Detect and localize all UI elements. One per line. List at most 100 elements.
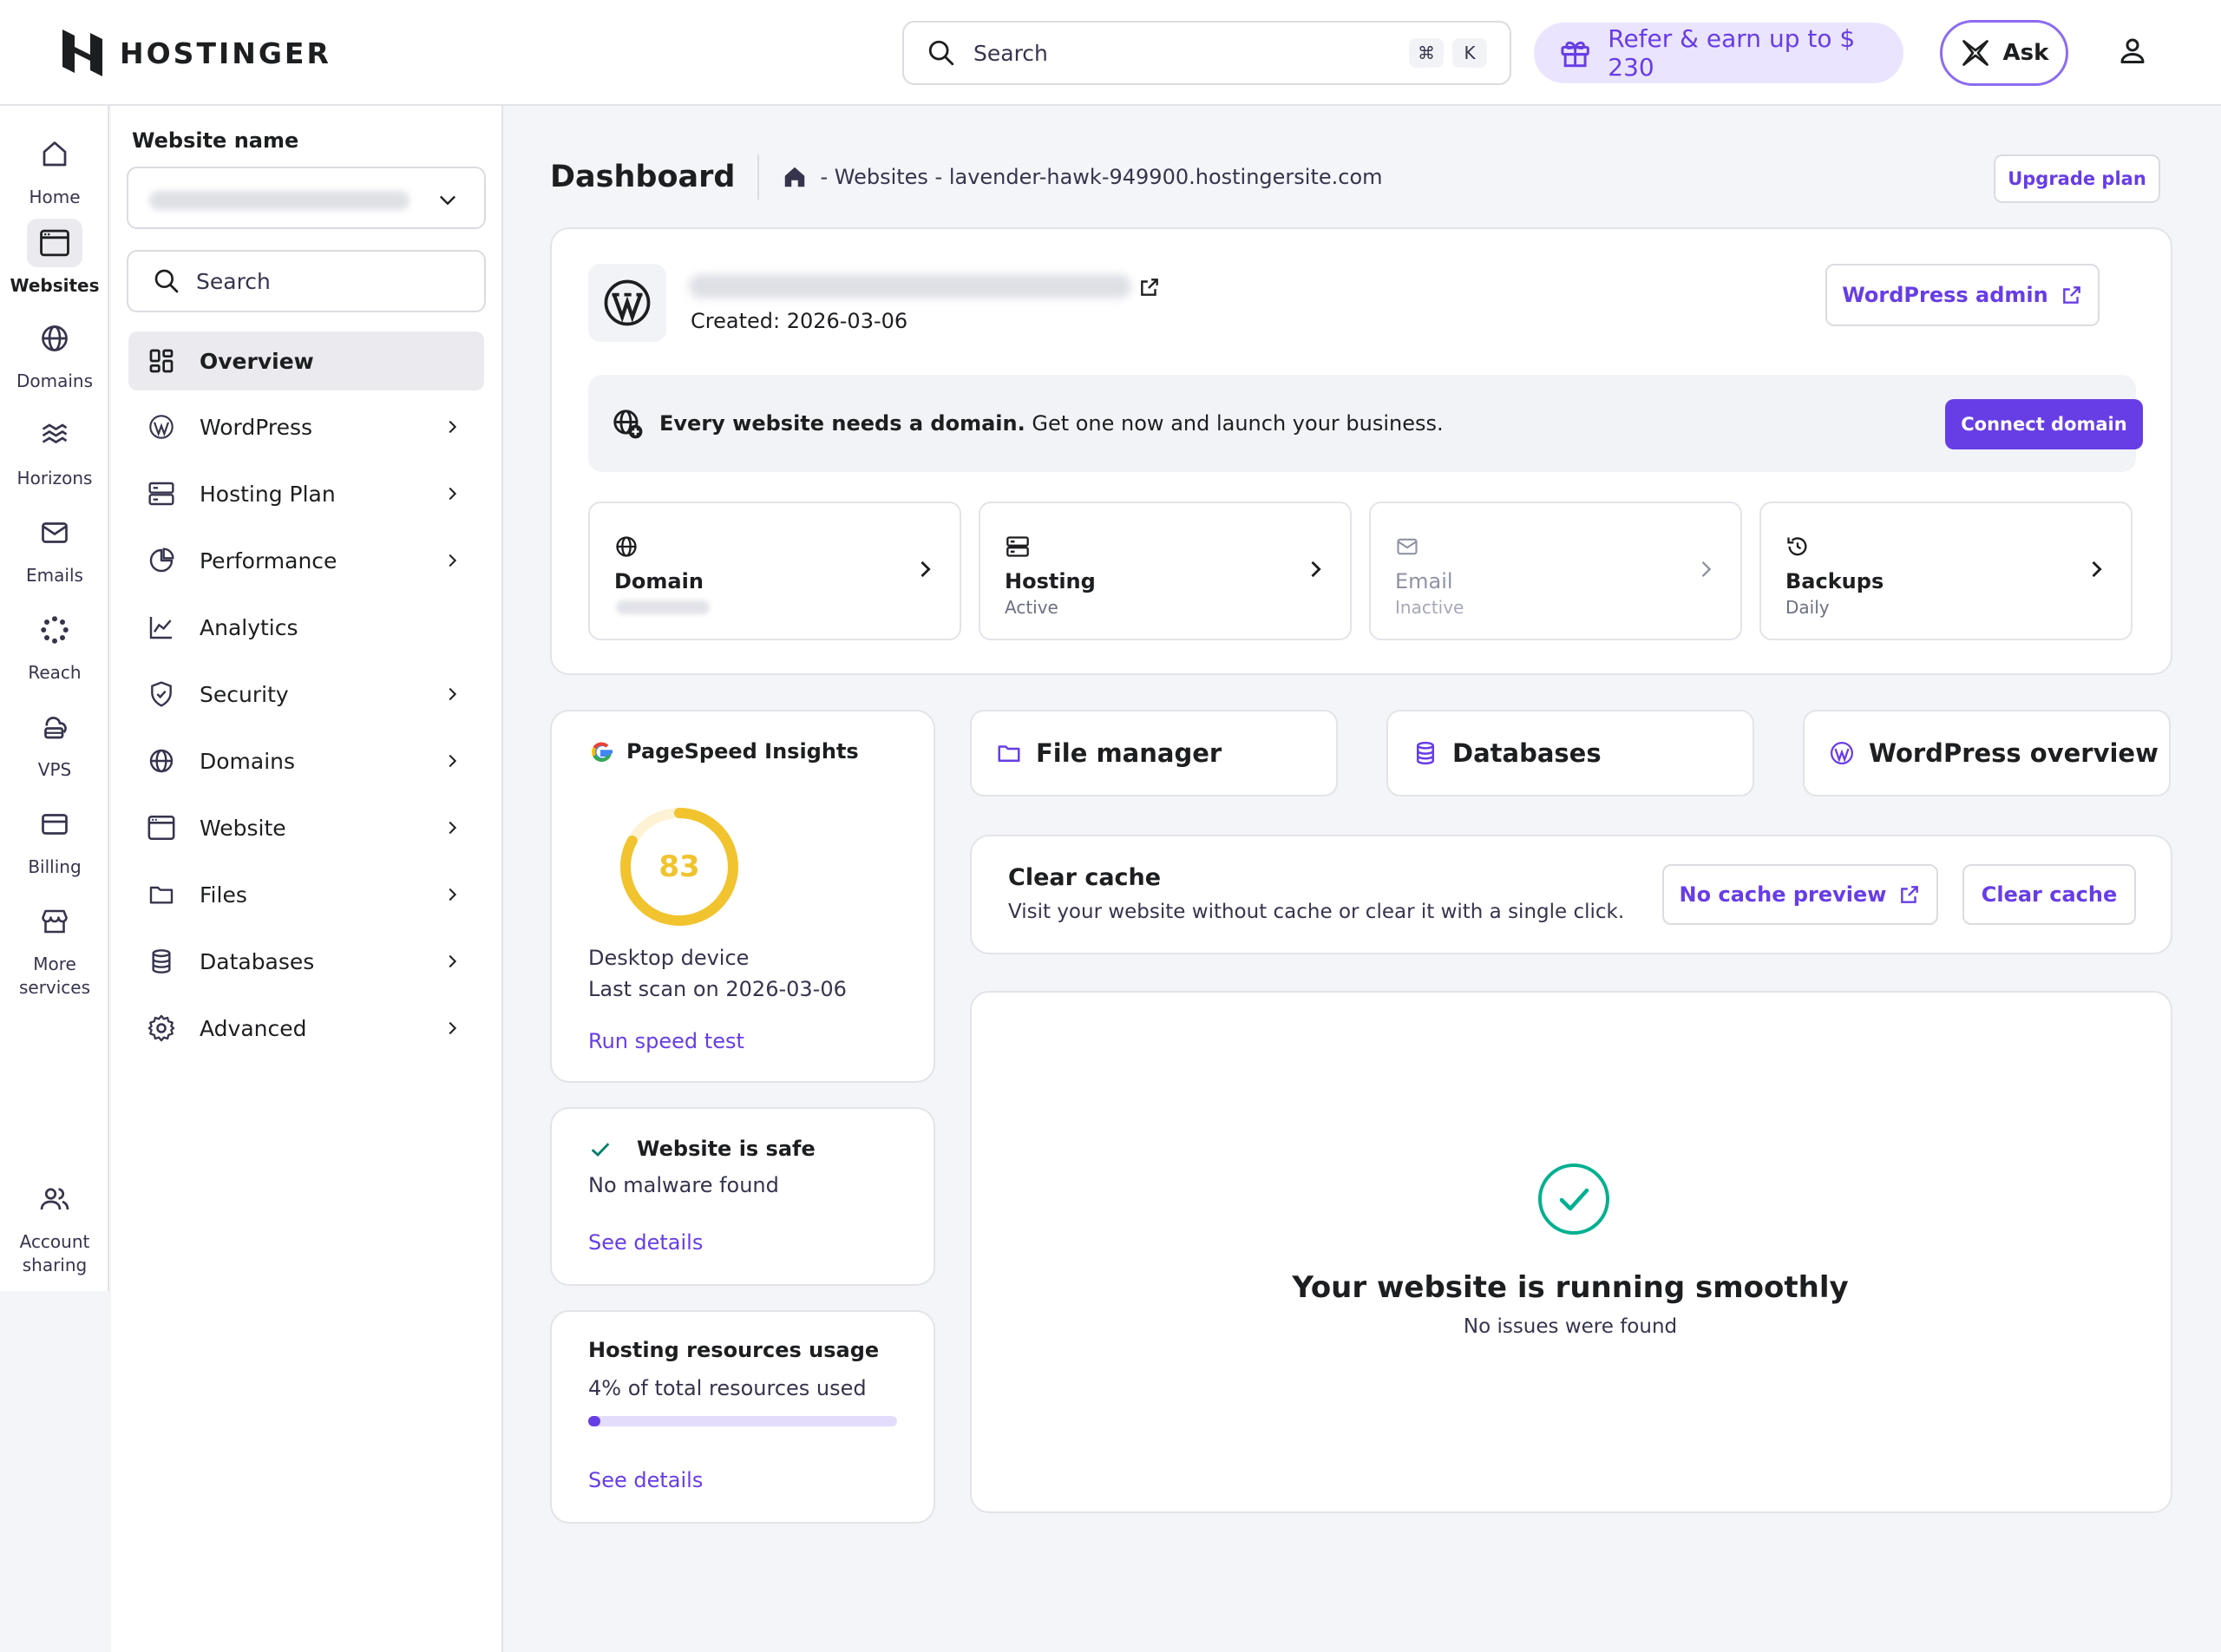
tile-email-status: Inactive: [1395, 597, 1464, 618]
connect-domain-button[interactable]: Connect domain: [1945, 399, 2143, 449]
home-icon: [43, 141, 67, 167]
website-url-blurred[interactable]: [689, 274, 1131, 298]
sidebar-item-advanced[interactable]: Advanced: [128, 999, 484, 1058]
external-link-icon[interactable]: [1138, 276, 1161, 298]
resources-subtitle: 4% of total resources used: [588, 1376, 867, 1400]
sidebar-item-label: Databases: [200, 948, 315, 974]
tile-domain-status-blurred: [616, 600, 710, 614]
sidebar-item-website[interactable]: Website: [128, 798, 484, 857]
tile-backups[interactable]: Backups Daily: [1759, 502, 2133, 640]
run-speed-test-link[interactable]: Run speed test: [588, 1029, 744, 1053]
sidebar-item-overview[interactable]: Overview: [128, 331, 484, 390]
rail-item-home[interactable]: Home: [0, 130, 109, 209]
sidebar-item-hosting-plan[interactable]: Hosting Plan: [128, 464, 484, 523]
account-button[interactable]: [2117, 35, 2148, 66]
folder-icon: [149, 886, 174, 904]
sidebar-item-label: Files: [200, 882, 247, 908]
status-subtitle: No issues were found: [1463, 1315, 1678, 1338]
chevron-right-icon: [449, 487, 457, 501]
tile-hosting[interactable]: Hosting Active: [979, 502, 1352, 640]
rail-item-vps[interactable]: VPS: [0, 703, 109, 782]
sidebar-item-files[interactable]: Files: [128, 865, 484, 924]
status-title: Your website is running smoothly: [1292, 1270, 1849, 1305]
shortcut-k-key: K: [1452, 38, 1487, 68]
tile-domain-label: Domain: [614, 569, 704, 593]
wordpress-icon: [149, 415, 174, 439]
database-icon: [152, 949, 171, 974]
rail-label-account-sharing: Account sharing: [19, 1231, 90, 1275]
tile-email[interactable]: Email Inactive: [1369, 502, 1742, 640]
check-icon: [591, 1143, 610, 1157]
chevron-right-icon: [449, 954, 457, 968]
breadcrumb-divider: [757, 154, 760, 200]
gift-icon: [1561, 41, 1589, 68]
file-manager-button[interactable]: File manager: [970, 710, 1338, 796]
breadcrumb-path[interactable]: - Websites - lavender-hawk-949900.hostin…: [820, 165, 1382, 189]
grid-icon: [149, 349, 174, 373]
rail-item-reach[interactable]: Reach: [0, 606, 109, 685]
sidebar-item-security[interactable]: Security: [128, 665, 484, 724]
sidebar-item-performance[interactable]: Performance: [128, 531, 484, 590]
wordpress-icon: [1831, 742, 1853, 764]
rail-label-vps: VPS: [37, 759, 72, 780]
resources-see-details-link[interactable]: See details: [588, 1468, 703, 1492]
chevron-right-icon: [449, 821, 457, 835]
pagespeed-title: PageSpeed Insights: [588, 738, 859, 765]
rail-item-domains[interactable]: Domains: [0, 314, 109, 393]
chevron-right-icon: [921, 560, 931, 578]
hostinger-logo[interactable]: HOSTINGER: [61, 30, 331, 76]
card-icon: [42, 814, 68, 835]
no-cache-preview-button[interactable]: No cache preview: [1662, 864, 1938, 925]
browser-window-icon: [40, 229, 69, 257]
sidebar-search-placeholder: Search: [196, 268, 271, 294]
security-see-details-link[interactable]: See details: [588, 1230, 703, 1255]
sidebar-item-domains[interactable]: Domains: [128, 731, 484, 790]
ai-spark-icon: [1962, 40, 1988, 66]
rail-item-billing[interactable]: Billing: [0, 800, 109, 879]
rail-item-websites[interactable]: Websites: [0, 219, 109, 298]
no-cache-preview-label: No cache preview: [1679, 882, 1887, 907]
google-icon: [592, 742, 613, 763]
search-icon: [154, 269, 179, 293]
refer-label: Refer & earn up to $ 230: [1608, 24, 1856, 82]
history-icon: [1787, 537, 1807, 556]
tile-email-label: Email: [1395, 569, 1453, 593]
user-icon: [2120, 38, 2145, 63]
website-name-blurred: [149, 191, 409, 210]
created-date: Created: 2026-03-06: [691, 309, 908, 333]
sidebar-item-wordpress[interactable]: WordPress: [128, 397, 484, 456]
wordpress-overview-button[interactable]: WordPress overview: [1803, 710, 2171, 796]
security-card: Website is safe No malware found See det…: [550, 1107, 935, 1286]
external-link-icon: [2062, 286, 2080, 304]
folder-icon: [998, 745, 1020, 762]
sidebar-item-databases[interactable]: Databases: [128, 932, 484, 991]
databases-button[interactable]: Databases: [1386, 710, 1754, 796]
resources-card: Hosting resources usage 4% of total reso…: [550, 1310, 935, 1524]
global-search-input[interactable]: Search ⌘ K: [902, 21, 1511, 85]
sidebar-search-input[interactable]: Search: [127, 250, 486, 312]
rail-item-emails[interactable]: Emails: [0, 508, 109, 587]
website-selector[interactable]: [127, 167, 486, 229]
rail-label-domains: Domains: [16, 370, 94, 391]
sidebar-item-analytics[interactable]: Analytics: [128, 598, 484, 657]
globe-add-icon: [613, 410, 643, 439]
pie-icon: [149, 547, 174, 573]
sidebar-item-label: Domains: [200, 748, 296, 774]
clear-cache-button[interactable]: Clear cache: [1962, 864, 2136, 925]
top-bar: HOSTINGER Search ⌘ K Refer & earn up to …: [0, 0, 2221, 106]
rail-label-reach: Reach: [28, 662, 82, 683]
tile-domain[interactable]: Domain: [588, 502, 961, 640]
server-icon: [148, 482, 174, 506]
wordpress-admin-button[interactable]: WordPress admin: [1825, 264, 2100, 326]
wordpress-overview-label: WordPress overview: [1869, 738, 2159, 768]
sidebar-item-label: Security: [200, 681, 289, 707]
upgrade-plan-button[interactable]: Upgrade plan: [1994, 154, 2160, 203]
refer-earn-button[interactable]: Refer & earn up to $ 230: [1534, 23, 1903, 83]
home-icon[interactable]: [782, 164, 808, 190]
mail-icon: [42, 522, 68, 543]
ask-ai-button[interactable]: Ask: [1940, 20, 2068, 86]
rail-label-billing: Billing: [28, 856, 82, 877]
rail-item-more-services[interactable]: More services: [0, 897, 109, 1000]
rail-item-account-sharing[interactable]: Account sharing: [0, 1175, 109, 1277]
rail-item-horizons[interactable]: Horizons: [0, 411, 109, 490]
